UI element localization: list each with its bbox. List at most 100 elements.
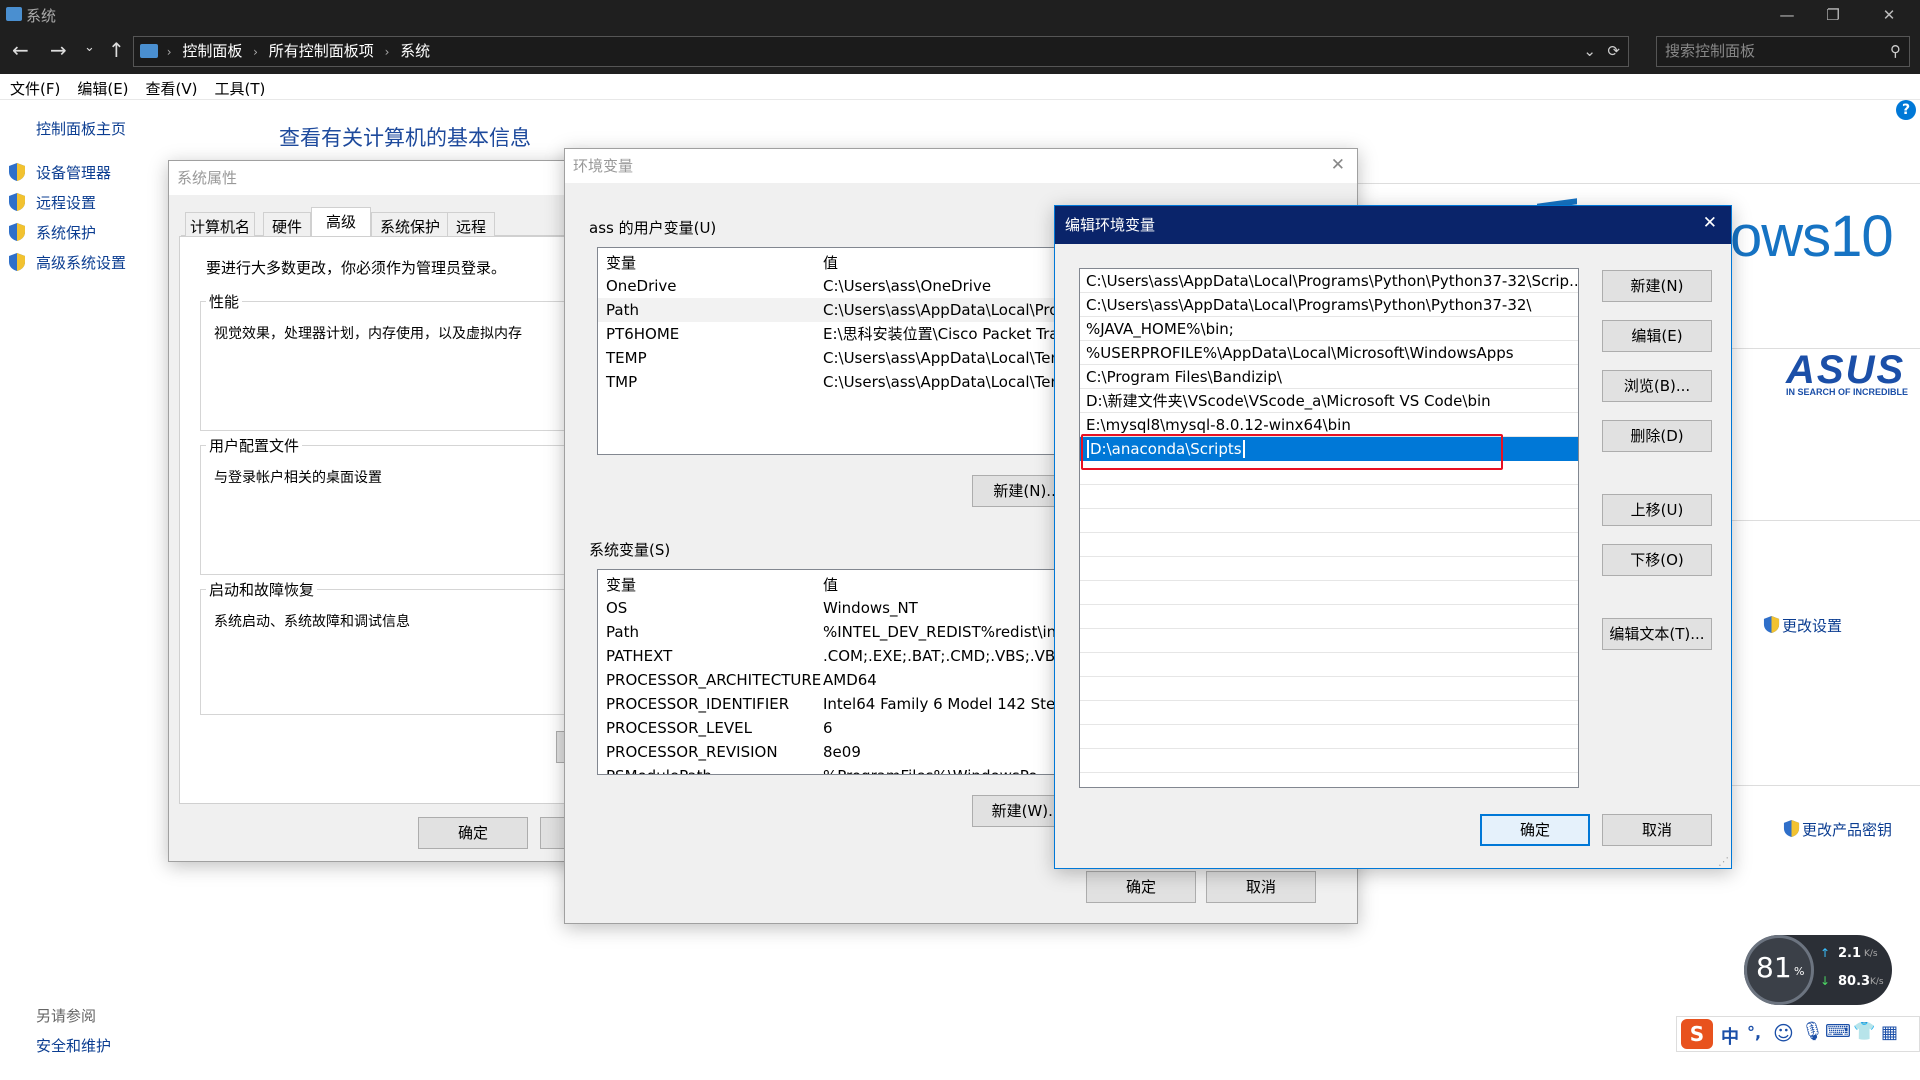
move-up-button[interactable]: 上移(U) bbox=[1602, 494, 1712, 526]
upload-speed: 2.1 bbox=[1838, 946, 1862, 961]
table-row[interactable]: PSModulePath%ProgramFiles%\WindowsPo bbox=[598, 764, 1076, 774]
ime-punctuation-toggle[interactable]: °, bbox=[1747, 1023, 1761, 1042]
remote-settings-link[interactable]: 远程设置 bbox=[36, 192, 96, 213]
system-vars-list[interactable]: 变量 值 OS Windows_NT Path %INTEL_DEV_REDIST%… bbox=[597, 569, 1077, 775]
table-row[interactable]: PT6HOME E:\思科安装位置\Cisco Packet Trac bbox=[598, 322, 1076, 346]
microphone-icon[interactable]: 🎙 bbox=[1801, 1021, 1824, 1042]
table-row[interactable]: PROCESSOR_REVISION 8e09 bbox=[598, 740, 1076, 764]
column-header-val[interactable]: 值 bbox=[823, 574, 838, 595]
table-row[interactable]: TEMP C:\Users\ass\AppData\Local\Ten bbox=[598, 346, 1076, 370]
ime-language-toggle[interactable]: 中 bbox=[1721, 1023, 1739, 1049]
sogou-logo-icon[interactable]: S bbox=[1681, 1019, 1713, 1049]
table-row[interactable]: Path C:\Users\ass\AppData\Local\Pro bbox=[598, 298, 1076, 322]
windows10-text: ows10 bbox=[1730, 204, 1894, 269]
up-icon[interactable]: ↑ bbox=[108, 38, 125, 62]
chevron-down-icon[interactable]: ⌄ bbox=[1583, 37, 1596, 66]
menu-edit[interactable]: 编辑(E) bbox=[67, 74, 135, 99]
dialog-title-bar bbox=[1055, 206, 1731, 244]
advanced-settings-link[interactable]: 高级系统设置 bbox=[36, 252, 126, 273]
table-row[interactable]: PROCESSOR_LEVEL 6 bbox=[598, 716, 1076, 740]
ok-button[interactable]: 确定 bbox=[418, 817, 528, 849]
table-row[interactable]: Path %INTEL_DEV_REDIST%redist\inte bbox=[598, 620, 1076, 644]
control-panel-home-link[interactable]: 控制面板主页 bbox=[36, 118, 126, 139]
chevron-down-icon[interactable]: ⌄ bbox=[84, 40, 95, 55]
menu-tools[interactable]: 工具(T) bbox=[205, 74, 273, 99]
menu-view[interactable]: 查看(V) bbox=[136, 74, 205, 99]
startup-text: 系统启动、系统故障和调试信息 bbox=[214, 614, 410, 630]
resize-grip-icon[interactable]: ⋰ bbox=[1718, 855, 1729, 868]
change-product-key-link[interactable]: 更改产品密钥 bbox=[1802, 819, 1892, 840]
user-vars-list[interactable]: 变量 值 OneDrive C:\Users\ass\OneDrive Path C… bbox=[597, 247, 1077, 455]
tab-system-protection[interactable]: 系统保护 bbox=[371, 212, 450, 237]
menu-file[interactable]: 文件(F) bbox=[0, 74, 67, 99]
browse-button[interactable]: 浏览(B)... bbox=[1602, 370, 1712, 402]
table-row[interactable]: PROCESSOR_ARCHITECTURE AMD64 bbox=[598, 668, 1076, 692]
change-settings-link[interactable]: 更改设置 bbox=[1782, 615, 1842, 636]
profile-label: 用户配置文件 bbox=[206, 435, 303, 456]
edit-text-button[interactable]: 编辑文本(T)... bbox=[1602, 618, 1712, 650]
path-entries-list[interactable]: C:\Users\ass\AppData\Local\Programs\Pyth… bbox=[1079, 268, 1579, 788]
security-maintenance-link[interactable]: 安全和维护 bbox=[36, 1035, 111, 1056]
ok-button[interactable]: 确定 bbox=[1480, 814, 1590, 846]
startup-group bbox=[200, 589, 600, 715]
toolbox-grid-icon[interactable]: ▦ bbox=[1881, 1022, 1898, 1043]
list-item[interactable]: C:\Program Files\Bandizip\ bbox=[1086, 365, 1578, 389]
shield-icon bbox=[9, 193, 25, 211]
address-field[interactable]: › 控制面板 › 所有控制面板项 › 系统 ⌄ ⟳ bbox=[133, 36, 1629, 67]
minimize-button[interactable]: — bbox=[1764, 0, 1810, 30]
table-row[interactable]: TMP C:\Users\ass\AppData\Local\Ten bbox=[598, 370, 1076, 394]
list-item[interactable]: %JAVA_HOME%\bin; bbox=[1086, 317, 1578, 341]
search-input[interactable]: 搜索控制面板 ⚲ bbox=[1656, 36, 1910, 67]
admin-note: 要进行大多数更改，你必须作为管理员登录。 bbox=[206, 259, 507, 277]
system-protection-link[interactable]: 系统保护 bbox=[36, 222, 96, 243]
move-down-button[interactable]: 下移(O) bbox=[1602, 544, 1712, 576]
close-icon[interactable]: ✕ bbox=[1703, 213, 1717, 233]
edit-button[interactable]: 编辑(E) bbox=[1602, 320, 1712, 352]
list-item[interactable]: C:\Users\ass\AppData\Local\Programs\Pyth… bbox=[1086, 293, 1578, 317]
new-button[interactable]: 新建(N) bbox=[1602, 270, 1712, 302]
cancel-button[interactable]: 取消 bbox=[1602, 814, 1712, 846]
device-manager-link[interactable]: 设备管理器 bbox=[36, 162, 111, 183]
column-header-var[interactable]: 变量 bbox=[606, 574, 636, 595]
tab-remote[interactable]: 远程 bbox=[447, 212, 496, 237]
keyboard-icon[interactable]: ⌨ bbox=[1825, 1021, 1851, 1042]
tab-computer-name[interactable]: 计算机名 bbox=[185, 212, 256, 237]
delete-button[interactable]: 删除(D) bbox=[1602, 420, 1712, 452]
table-row[interactable]: PATHEXT .COM;.EXE;.BAT;.CMD;.VBS;.VBE;. bbox=[598, 644, 1076, 668]
table-row[interactable]: OS Windows_NT bbox=[598, 596, 1076, 620]
table-row[interactable]: OneDrive C:\Users\ass\OneDrive bbox=[598, 274, 1076, 298]
system-monitor-widget[interactable]: 81 % ↑ 2.1 K/s ↓ 80.3 K/s bbox=[1744, 935, 1892, 1005]
breadcrumb-system[interactable]: 系统 bbox=[400, 42, 430, 60]
column-header-val[interactable]: 值 bbox=[823, 252, 838, 273]
emoji-icon[interactable]: ☺ bbox=[1773, 1021, 1794, 1045]
performance-text: 视觉效果，处理器计划，内存使用，以及虚拟内存 bbox=[214, 326, 522, 342]
list-item[interactable]: C:\Users\ass\AppData\Local\Programs\Pyth… bbox=[1086, 269, 1578, 293]
breadcrumb-all-items[interactable]: 所有控制面板项 bbox=[269, 42, 374, 60]
upload-arrow-icon: ↑ bbox=[1820, 946, 1831, 960]
dialog-title: 编辑环境变量 bbox=[1065, 216, 1156, 234]
maximize-button[interactable]: ❐ bbox=[1810, 0, 1856, 30]
forward-icon[interactable]: → bbox=[50, 38, 67, 62]
list-item[interactable]: D:\新建文件夹\VScode\VScode_a\Microsoft VS Co… bbox=[1086, 389, 1578, 413]
refresh-icon[interactable]: ⟳ bbox=[1607, 37, 1620, 66]
list-item[interactable]: %USERPROFILE%\AppData\Local\Microsoft\Wi… bbox=[1086, 341, 1578, 365]
annotation-highlight-box bbox=[1081, 434, 1503, 470]
help-icon[interactable]: ? bbox=[1896, 100, 1916, 120]
close-button[interactable]: ✕ bbox=[1866, 0, 1912, 30]
tab-advanced[interactable]: 高级 bbox=[311, 207, 372, 238]
download-speed: 80.3 bbox=[1838, 974, 1871, 989]
table-row[interactable]: PROCESSOR_IDENTIFIER Intel64 Family 6 Mod… bbox=[598, 692, 1076, 716]
cancel-button[interactable]: 取消 bbox=[1206, 871, 1316, 903]
main-panel-divider bbox=[1358, 183, 1920, 184]
close-icon[interactable]: ✕ bbox=[1331, 155, 1345, 175]
breadcrumb-control-panel[interactable]: 控制面板 bbox=[182, 42, 242, 60]
ok-button[interactable]: 确定 bbox=[1086, 871, 1196, 903]
skin-shirt-icon[interactable]: 👕 bbox=[1853, 1021, 1875, 1042]
download-unit: K/s bbox=[1870, 977, 1884, 987]
system-properties-dialog: 系统属性 计算机名 硬件 高级 系统保护 远程 要进行大多数更改，你必须作为管理… bbox=[168, 160, 600, 862]
tab-hardware[interactable]: 硬件 bbox=[263, 212, 312, 237]
back-icon[interactable]: ← bbox=[12, 38, 29, 62]
column-header-var[interactable]: 变量 bbox=[606, 252, 636, 273]
performance-group bbox=[200, 301, 600, 431]
search-icon[interactable]: ⚲ bbox=[1890, 37, 1901, 66]
